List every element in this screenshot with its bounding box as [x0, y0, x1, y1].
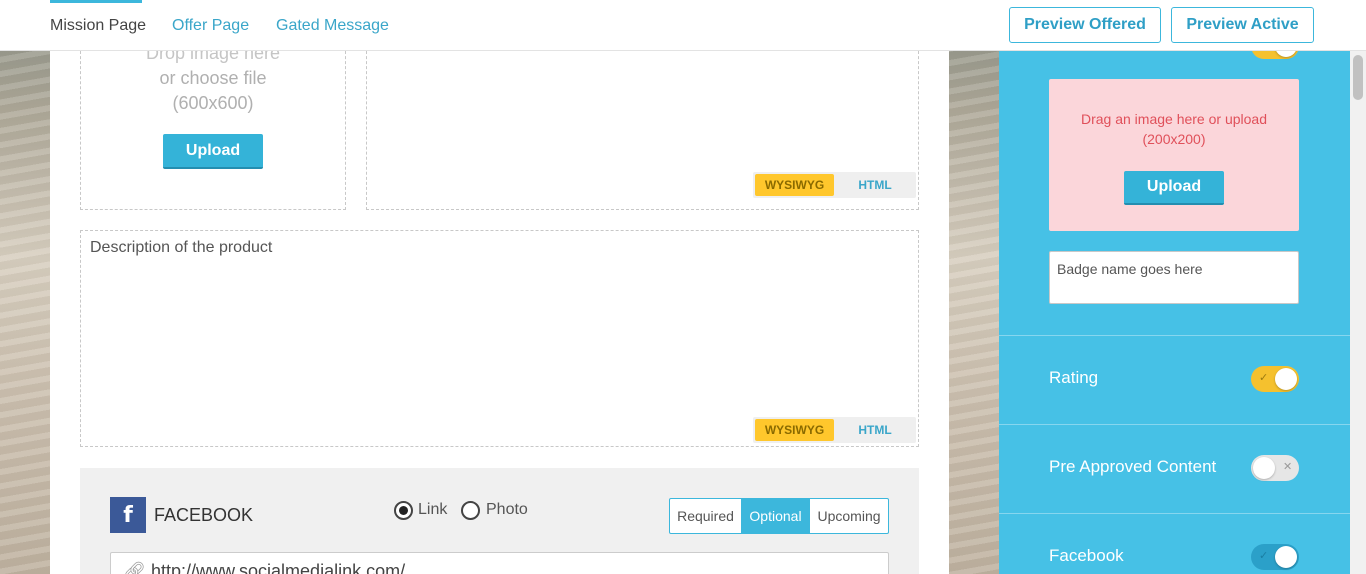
social-url-input[interactable]: 🔗︎ http://www.socialmedialink.com/: [110, 552, 889, 574]
editor-mode-toggle: WYSIWYG HTML: [753, 172, 916, 198]
wysiwyg-mode-button[interactable]: WYSIWYG: [755, 174, 834, 196]
facebook-toggle[interactable]: ✓: [1251, 544, 1299, 570]
top-navigation-bar: Mission Page Offer Page Gated Message Pr…: [0, 0, 1366, 51]
badge-image-dropzone[interactable]: Drag an image here or upload (200x200) U…: [1049, 79, 1299, 231]
divider: [999, 513, 1350, 514]
badge-dropzone-text: Drag an image here or upload (200x200): [1049, 109, 1299, 149]
preview-offered-button[interactable]: Preview Offered: [1009, 7, 1161, 43]
product-image-dropzone[interactable]: Drop image here or choose file (600x600)…: [80, 41, 346, 210]
segment-required[interactable]: Required: [670, 499, 742, 533]
link-radio-label[interactable]: Link: [418, 501, 447, 519]
check-icon: ✓: [1259, 372, 1269, 384]
requirement-segmented-control: Required Optional Upcoming: [669, 498, 889, 534]
rating-toggle[interactable]: ✓: [1251, 366, 1299, 392]
facebook-icon: f: [110, 497, 146, 533]
pre-approved-content-toggle[interactable]: ✕: [1251, 455, 1299, 481]
toggle-knob: [1253, 457, 1275, 479]
description-mode-toggle: WYSIWYG HTML: [753, 417, 916, 443]
segment-optional[interactable]: Optional: [742, 499, 810, 533]
divider: [999, 335, 1350, 336]
product-upload-button[interactable]: Upload: [163, 134, 263, 169]
dropzone-text-line2[interactable]: or choose file: [81, 66, 345, 91]
tab-mission-page[interactable]: Mission Page: [50, 17, 146, 35]
html-mode-button[interactable]: HTML: [836, 419, 914, 441]
divider: [999, 424, 1350, 425]
description-text[interactable]: Description of the product: [90, 239, 272, 257]
description-editor[interactable]: Description of the product WYSIWYG HTML: [80, 230, 919, 447]
preview-active-button[interactable]: Preview Active: [1171, 7, 1314, 43]
photo-radio[interactable]: [461, 501, 480, 520]
close-icon: ✕: [1283, 461, 1293, 473]
badge-dropzone-size-hint: (200x200): [1142, 131, 1206, 147]
badge-upload-button[interactable]: Upload: [1124, 171, 1224, 205]
toggle-knob: [1275, 546, 1297, 568]
tab-gated-message[interactable]: Gated Message: [276, 17, 389, 35]
scrollbar-thumb[interactable]: [1353, 55, 1363, 100]
tab-offer-page[interactable]: Offer Page: [172, 17, 249, 35]
page-scrollbar[interactable]: [1350, 51, 1366, 574]
photo-radio-label[interactable]: Photo: [486, 501, 528, 519]
html-mode-button[interactable]: HTML: [836, 174, 914, 196]
dropzone-size-hint: (600x600): [172, 93, 254, 113]
social-url-value[interactable]: http://www.socialmedialink.com/: [151, 561, 405, 574]
active-tab-indicator: [50, 0, 142, 3]
social-network-title: FACEBOOK: [154, 505, 254, 525]
badge-name-placeholder: Badge name goes here: [1057, 261, 1203, 277]
settings-sidebar: ✓ Drag an image here or upload (200x200)…: [999, 33, 1350, 574]
badge-name-input[interactable]: Badge name goes here: [1049, 251, 1299, 304]
wysiwyg-mode-button[interactable]: WYSIWYG: [755, 419, 834, 441]
facebook-social-section: f FACEBOOK Link Photo Required Optional …: [80, 468, 919, 574]
rating-label: Rating: [1049, 368, 1099, 387]
link-icon: 🔗︎: [123, 561, 146, 574]
badge-dropzone-line1: Drag an image here or upload: [1080, 111, 1267, 127]
facebook-label: Facebook: [1049, 546, 1124, 565]
link-radio[interactable]: [394, 501, 413, 520]
segment-upcoming[interactable]: Upcoming: [810, 499, 888, 533]
toggle-knob: [1275, 368, 1297, 390]
title-editor[interactable]: WYSIWYG HTML: [366, 41, 919, 210]
main-editor-panel: Drop image here or choose file (600x600)…: [50, 41, 949, 574]
pre-approved-content-label: Pre Approved Content: [1049, 457, 1217, 476]
check-icon: ✓: [1259, 550, 1269, 562]
